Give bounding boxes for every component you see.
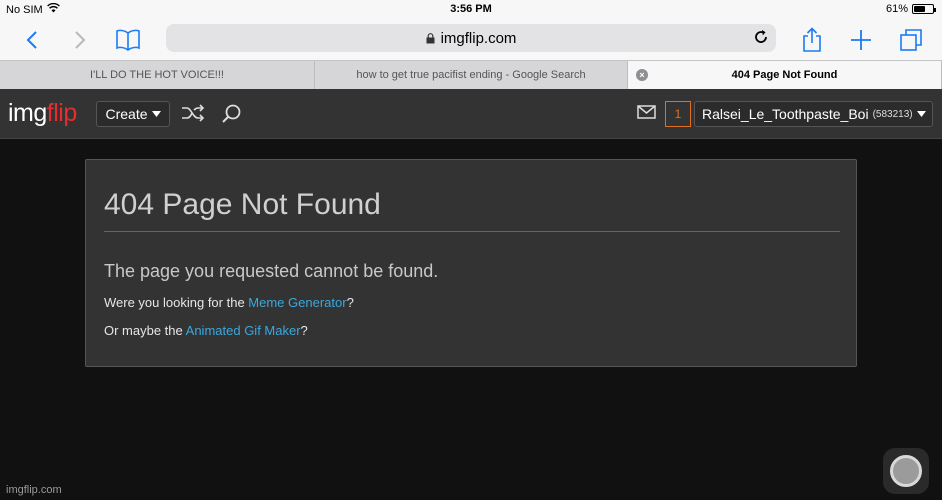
lock-icon xyxy=(426,33,435,44)
suggestion-line-2: Or maybe the Animated Gif Maker? xyxy=(104,323,308,338)
browser-tab-strip: I'LL DO THE HOT VOICE!!! how to get true… xyxy=(0,60,942,89)
tab-title: I'LL DO THE HOT VOICE!!! xyxy=(90,69,224,81)
logo-text-img: img xyxy=(8,99,47,127)
status-time: 3:56 PM xyxy=(450,3,492,15)
user-menu-button[interactable]: Ralsei_Le_Toothpaste_Boi (583213) xyxy=(694,101,933,127)
back-button[interactable] xyxy=(16,24,48,56)
search-icon xyxy=(222,104,241,123)
site-header: imgflip Create 1 Ralsei_Le_Toothpaste_Bo… xyxy=(0,89,942,139)
assistive-touch-button[interactable] xyxy=(883,448,929,494)
bookmarks-button[interactable] xyxy=(112,24,144,56)
envelope-icon xyxy=(637,105,656,119)
suggestion-1-suffix: ? xyxy=(346,295,354,310)
suggestion-2-suffix: ? xyxy=(300,323,308,338)
battery-icon xyxy=(912,4,936,14)
share-icon xyxy=(803,27,821,52)
book-icon xyxy=(116,29,140,51)
logo-text-flip: flip xyxy=(46,99,77,127)
caret-down-icon xyxy=(151,111,161,117)
tabs-overview-button[interactable] xyxy=(895,24,927,56)
tab-title: how to get true pacifist ending - Google… xyxy=(356,69,586,81)
close-tab-button[interactable]: × xyxy=(636,69,648,81)
shuffle-button[interactable] xyxy=(181,103,205,128)
suggestion-2-prefix: Or maybe the xyxy=(104,323,186,338)
caret-down-icon xyxy=(916,111,926,117)
address-text: imgflip.com xyxy=(440,30,517,47)
status-right: 61% xyxy=(885,3,936,15)
tab-google-search[interactable]: how to get true pacifist ending - Google… xyxy=(315,61,628,89)
chevron-right-icon xyxy=(75,31,86,49)
forward-button[interactable] xyxy=(64,24,96,56)
chevron-left-icon xyxy=(26,31,37,49)
gif-maker-link[interactable]: Animated Gif Maker xyxy=(186,323,301,338)
create-menu-button[interactable]: Create xyxy=(96,101,170,127)
tab-404[interactable]: × 404 Page Not Found xyxy=(628,61,942,89)
divider xyxy=(104,231,840,232)
ios-status-bar: No SIM 3:56 PM 61% xyxy=(0,0,942,20)
username: Ralsei_Le_Toothpaste_Boi xyxy=(702,106,869,122)
shuffle-icon xyxy=(182,104,205,122)
suggestion-1-prefix: Were you looking for the xyxy=(104,295,249,310)
close-icon: × xyxy=(639,70,645,80)
imgflip-logo[interactable]: imgflip xyxy=(8,99,77,128)
search-button[interactable] xyxy=(221,103,243,130)
plus-icon xyxy=(851,30,871,50)
imgflip-watermark: imgflip.com xyxy=(6,484,62,496)
reload-icon xyxy=(755,30,767,43)
suggestion-line-1: Were you looking for the Meme Generator? xyxy=(104,295,354,310)
share-button[interactable] xyxy=(796,24,828,56)
user-points: (583213) xyxy=(872,108,913,120)
assistive-touch-icon xyxy=(890,455,922,487)
error-message: The page you requested cannot be found. xyxy=(104,261,439,281)
error-card: 404 Page Not Found The page you requeste… xyxy=(85,159,857,367)
battery-percent: 61% xyxy=(885,3,908,15)
tab-hot-voice[interactable]: I'LL DO THE HOT VOICE!!! xyxy=(0,61,315,89)
page-title: 404 Page Not Found xyxy=(104,188,381,221)
address-bar[interactable]: imgflip.com xyxy=(166,24,776,52)
tab-title: 404 Page Not Found xyxy=(731,69,838,81)
notification-count-badge[interactable]: 1 xyxy=(665,101,691,127)
messages-button[interactable] xyxy=(637,105,656,124)
reload-button[interactable] xyxy=(752,28,770,51)
tabs-icon xyxy=(900,29,922,51)
browser-toolbar: imgflip.com xyxy=(0,20,942,60)
new-tab-button[interactable] xyxy=(845,24,877,56)
meme-generator-link[interactable]: Meme Generator xyxy=(248,295,346,310)
create-label: Create xyxy=(105,106,148,122)
